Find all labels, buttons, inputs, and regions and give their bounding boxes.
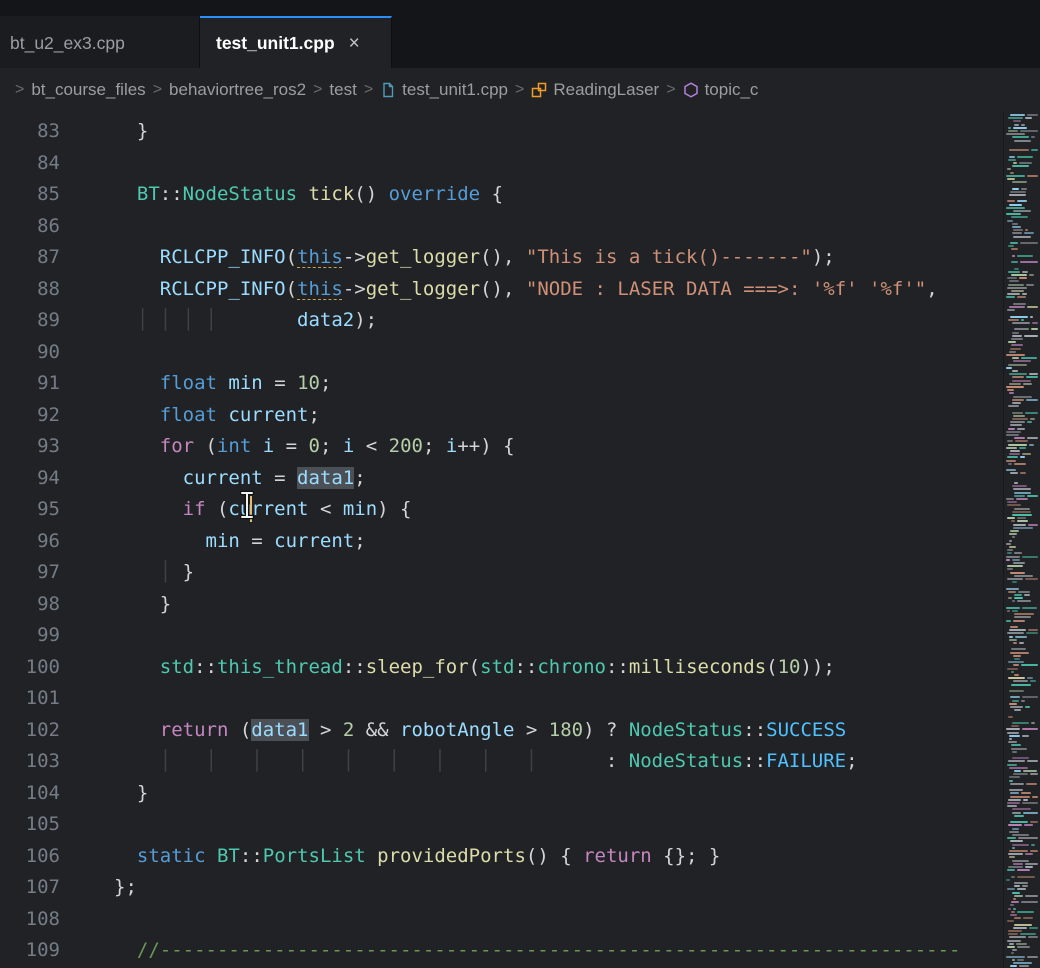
code-line-107[interactable]: }; <box>114 872 1003 904</box>
breadcrumb-item-behaviortree-ros2[interactable]: behaviortree_ros2 <box>169 80 306 100</box>
line-number[interactable]: 98 <box>0 589 60 621</box>
line-number-gutter[interactable]: 8384858687888990919293949596979899100101… <box>0 112 60 968</box>
line-number[interactable]: 108 <box>0 904 60 936</box>
cpp-file-icon <box>380 82 396 98</box>
code-line-104[interactable]: } <box>114 778 1003 810</box>
class-icon <box>531 82 547 98</box>
line-number[interactable]: 93 <box>0 431 60 463</box>
line-number[interactable]: 99 <box>0 620 60 652</box>
line-number[interactable]: 87 <box>0 242 60 274</box>
line-number[interactable]: 105 <box>0 809 60 841</box>
line-number[interactable]: 95 <box>0 494 60 526</box>
line-number[interactable]: 89 <box>0 305 60 337</box>
editor: 8384858687888990919293949596979899100101… <box>0 112 1040 968</box>
code-line-105[interactable] <box>114 809 1003 841</box>
title-bar <box>0 0 1040 16</box>
breadcrumb-item-test-unit1-cpp[interactable]: test_unit1.cpp <box>380 80 508 100</box>
code-line-94[interactable]: current = data1; <box>114 463 1003 495</box>
line-number[interactable]: 83 <box>0 116 60 148</box>
breadcrumb-item-test[interactable]: test <box>329 80 356 100</box>
line-number[interactable]: 101 <box>0 683 60 715</box>
line-number[interactable]: 84 <box>0 148 60 180</box>
code-line-95[interactable]: if (current < min) { <box>114 494 1003 526</box>
code-line-90[interactable] <box>114 337 1003 369</box>
code-line-88[interactable]: RCLCPP_INFO(this->get_logger(), "NODE : … <box>114 274 1003 306</box>
code-line-103[interactable]: │ │ │ │ │ │ │ │ │ : NodeStatus::FAILURE; <box>114 746 1003 778</box>
code-line-102[interactable]: return (data1 > 2 && robotAngle > 180) ?… <box>114 715 1003 747</box>
code-area[interactable]: } BT::NodeStatus tick() override { RCLCP… <box>60 112 1003 968</box>
code-line-84[interactable] <box>114 148 1003 180</box>
code-line-96[interactable]: min = current; <box>114 526 1003 558</box>
code-line-86[interactable] <box>114 211 1003 243</box>
line-number[interactable]: 94 <box>0 463 60 495</box>
tab-bt-u2-ex3-cpp[interactable]: bt_u2_ex3.cpp <box>0 16 200 68</box>
line-number[interactable]: 103 <box>0 746 60 778</box>
text-caret <box>250 496 252 522</box>
breadcrumb-item-readinglaser[interactable]: ReadingLaser <box>531 80 659 100</box>
code-line-109[interactable]: //--------------------------------------… <box>114 935 1003 967</box>
symbol-icon <box>683 82 699 98</box>
chevron-right-icon: > <box>15 81 24 99</box>
line-number[interactable]: 107 <box>0 872 60 904</box>
line-number[interactable]: 86 <box>0 211 60 243</box>
tab-test-unit1-cpp[interactable]: test_unit1.cpp × <box>200 16 392 68</box>
code-line-83[interactable]: } <box>114 116 1003 148</box>
line-number[interactable]: 88 <box>0 274 60 306</box>
breadcrumb-item-bt-course-files[interactable]: bt_course_files <box>31 80 145 100</box>
chevron-right-icon: > <box>313 81 322 99</box>
line-number[interactable]: 102 <box>0 715 60 747</box>
line-number[interactable]: 106 <box>0 841 60 873</box>
line-number[interactable]: 92 <box>0 400 60 432</box>
close-icon[interactable]: × <box>349 34 360 53</box>
chevron-right-icon: > <box>666 81 675 99</box>
code-line-92[interactable]: float current; <box>114 400 1003 432</box>
tab-label: bt_u2_ex3.cpp <box>10 33 125 54</box>
chevron-right-icon: > <box>153 81 162 99</box>
line-number[interactable]: 100 <box>0 652 60 684</box>
tab-label: test_unit1.cpp <box>216 33 335 54</box>
word-highlight: data1 <box>297 467 354 489</box>
breadcrumb: > bt_course_files > behaviortree_ros2 > … <box>0 68 1040 112</box>
code-line-89[interactable]: │ │ │ │ data2); <box>114 305 1003 337</box>
code-line-106[interactable]: static BT::PortsList providedPorts() { r… <box>114 841 1003 873</box>
code-line-108[interactable] <box>114 904 1003 936</box>
line-number[interactable]: 90 <box>0 337 60 369</box>
line-number[interactable]: 97 <box>0 557 60 589</box>
line-number[interactable]: 109 <box>0 935 60 967</box>
code-line-100[interactable]: std::this_thread::sleep_for(std::chrono:… <box>114 652 1003 684</box>
tab-bar: bt_u2_ex3.cpp test_unit1.cpp × <box>0 16 1040 68</box>
line-number[interactable]: 104 <box>0 778 60 810</box>
code-line-91[interactable]: float min = 10; <box>114 368 1003 400</box>
minimap[interactable] <box>1003 112 1040 968</box>
line-number[interactable]: 85 <box>0 179 60 211</box>
code-line-97[interactable]: │ } <box>114 557 1003 589</box>
line-number[interactable]: 91 <box>0 368 60 400</box>
code-line-101[interactable] <box>114 683 1003 715</box>
code-line-98[interactable]: } <box>114 589 1003 621</box>
chevron-right-icon: > <box>364 81 373 99</box>
code-line-85[interactable]: BT::NodeStatus tick() override { <box>114 179 1003 211</box>
line-number[interactable]: 96 <box>0 526 60 558</box>
code-line-99[interactable] <box>114 620 1003 652</box>
breadcrumb-item-topic[interactable]: topic_c <box>683 80 759 100</box>
code-line-87[interactable]: RCLCPP_INFO(this->get_logger(), "This is… <box>114 242 1003 274</box>
chevron-right-icon: > <box>515 81 524 99</box>
code-line-93[interactable]: for (int i = 0; i < 200; i++) { <box>114 431 1003 463</box>
word-highlight: data1 <box>251 719 308 741</box>
